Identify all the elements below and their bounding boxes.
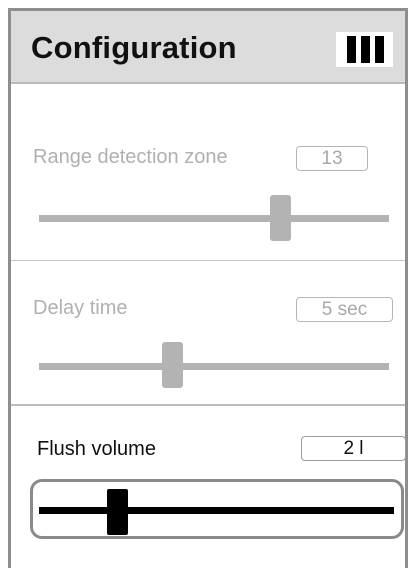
configuration-panel: Configuration Range detection zone 13 De… <box>8 8 408 568</box>
menu-bar-3 <box>375 36 384 63</box>
setting-delay-time: Delay time 5 sec <box>11 261 405 406</box>
slider-track[interactable] <box>39 507 394 514</box>
slider-track[interactable] <box>39 363 389 370</box>
panel-header: Configuration <box>11 11 405 84</box>
setting-label: Range detection zone <box>33 146 228 168</box>
setting-range-detection-zone: Range detection zone 13 <box>11 84 405 261</box>
setting-label: Delay time <box>33 297 128 319</box>
slider-thumb[interactable] <box>161 342 183 388</box>
setting-value-field[interactable]: 2 l <box>301 436 406 461</box>
menu-icon[interactable] <box>336 32 393 67</box>
setting-flush-volume: Flush volume 2 l <box>11 406 406 566</box>
setting-value-field[interactable]: 13 <box>296 146 368 171</box>
menu-bar-2 <box>361 36 370 63</box>
slider-track[interactable] <box>39 215 389 222</box>
setting-label: Flush volume <box>37 438 156 460</box>
page-title: Configuration <box>31 30 237 65</box>
slider-thumb[interactable] <box>106 489 128 535</box>
menu-bar-1 <box>347 36 356 63</box>
slider-thumb[interactable] <box>270 195 291 241</box>
setting-value-field[interactable]: 5 sec <box>296 297 393 322</box>
